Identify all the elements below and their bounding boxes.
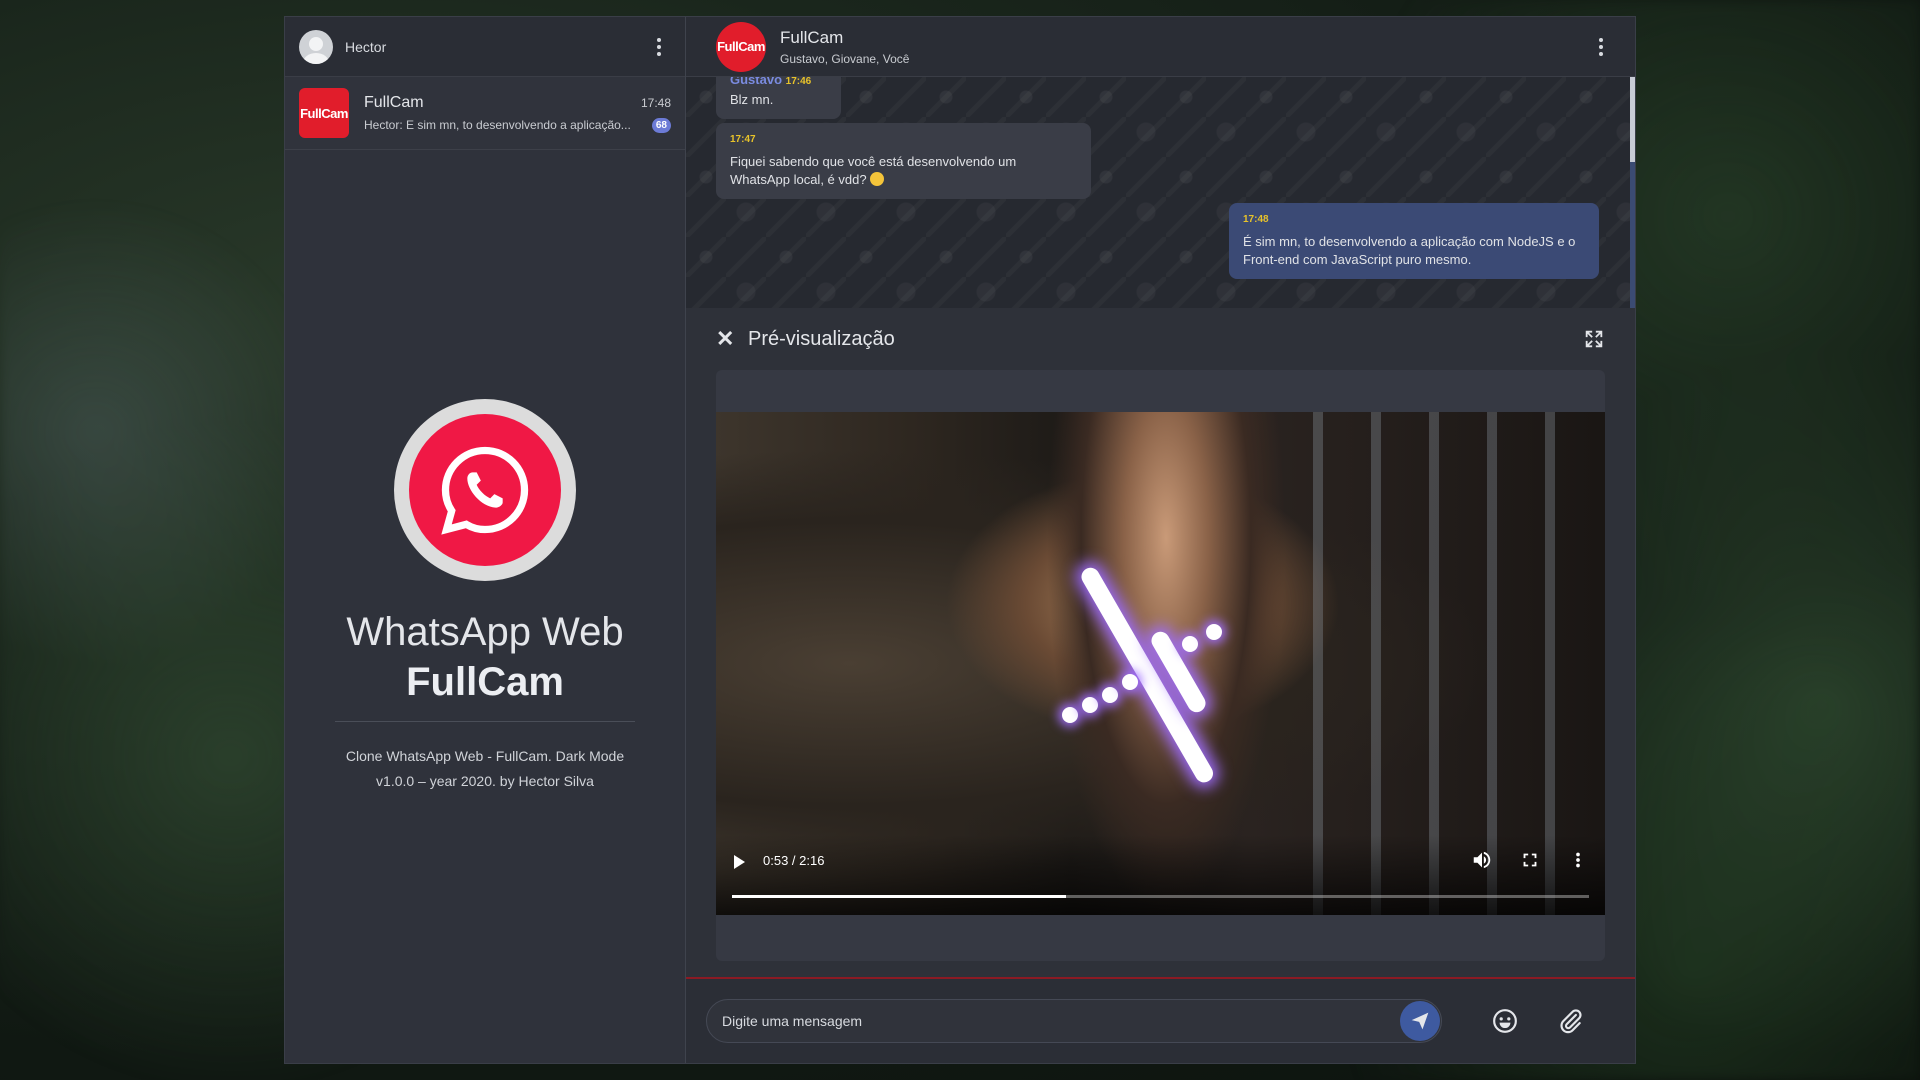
message-list: Gustavo 17:46 Blz mn. 17:47 Fiquei saben… xyxy=(686,77,1635,308)
welcome-panel: WhatsApp Web FullCam Clone WhatsApp Web … xyxy=(285,150,685,1063)
welcome-title: WhatsApp Web xyxy=(346,610,624,654)
description-line: v1.0.0 – year 2020. by Hector Silva xyxy=(376,773,594,789)
fullcam-logo: FullCam xyxy=(299,88,349,138)
whatsapp-logo-icon xyxy=(394,399,576,581)
thinking-face-icon xyxy=(870,172,885,186)
send-button[interactable] xyxy=(1400,1001,1440,1041)
chat-preview: Hector: E sim mn, to desenvolvendo a apl… xyxy=(364,118,631,132)
sidebar-menu-icon[interactable] xyxy=(647,35,671,59)
conversation-header: FullCam FullCam Gustavo, Giovane, Você xyxy=(686,17,1635,77)
description-line: Clone WhatsApp Web - FullCam. Dark Mode xyxy=(345,748,625,764)
media-preview: ✕ Pré-visualização 0:53 / 2:16 xyxy=(686,308,1635,979)
message-bubble-own: 17:48 É sim mn, to desenvolvendo a aplic… xyxy=(1229,203,1599,279)
group-name[interactable]: FullCam xyxy=(780,28,1589,48)
more-options-icon[interactable] xyxy=(1567,849,1589,871)
user-name: Hector xyxy=(345,38,387,55)
preview-title: Pré-visualização xyxy=(748,327,895,350)
preview-header: ✕ Pré-visualização xyxy=(716,308,1605,370)
message-sender: Gustavo xyxy=(730,77,783,87)
app-window: Hector FullCam FullCam 17:48 Hector: E s… xyxy=(284,16,1636,1064)
neon-dot xyxy=(1122,674,1138,690)
neon-dot xyxy=(1182,636,1198,652)
message-text: Blz mn. xyxy=(730,92,774,107)
play-icon[interactable] xyxy=(734,855,745,869)
welcome-description: Clone WhatsApp Web - FullCam. Dark Mode … xyxy=(346,744,624,794)
conversation-panel: FullCam FullCam Gustavo, Giovane, Você G… xyxy=(686,17,1635,1063)
unread-badge: 68 xyxy=(651,117,671,133)
message-time: 17:46 xyxy=(785,77,812,87)
chat-list-item[interactable]: FullCam FullCam 17:48 Hector: E sim mn, … xyxy=(285,77,685,150)
preview-container: 0:53 / 2:16 xyxy=(716,370,1605,961)
group-avatar[interactable]: FullCam xyxy=(716,21,766,72)
volume-icon[interactable] xyxy=(1471,849,1493,871)
sidebar-header: Hector xyxy=(285,17,685,77)
message-input[interactable] xyxy=(706,999,1442,1043)
neon-dot xyxy=(1062,707,1078,723)
chat-name: FullCam xyxy=(364,93,424,111)
video-progress-fill xyxy=(732,895,1067,898)
message-time: 17:48 xyxy=(1243,214,1269,225)
attach-icon[interactable] xyxy=(1558,1008,1584,1034)
divider xyxy=(335,721,635,722)
message-bubble: 17:47 Fiquei sabendo que você está desen… xyxy=(716,123,1091,199)
fullscreen-icon[interactable] xyxy=(1519,849,1541,871)
video-progress-bar[interactable] xyxy=(732,895,1589,898)
video-player[interactable]: 0:53 / 2:16 xyxy=(716,412,1605,915)
group-members: Gustavo, Giovane, Você xyxy=(780,51,910,66)
neon-dot xyxy=(1102,687,1118,703)
message-bubble: Gustavo 17:46 Blz mn. xyxy=(716,77,841,119)
composer xyxy=(686,979,1635,1063)
welcome-subtitle: FullCam xyxy=(406,660,564,704)
expand-icon[interactable] xyxy=(1583,328,1605,350)
avatar[interactable] xyxy=(299,29,333,64)
message-time: 17:47 xyxy=(730,134,756,145)
video-controls: 0:53 / 2:16 xyxy=(716,835,1605,915)
chat-time: 17:48 xyxy=(640,95,671,110)
message-text: É sim mn, to desenvolvendo a aplicação c… xyxy=(1243,234,1576,267)
video-time: 0:53 / 2:16 xyxy=(763,853,825,868)
emoji-icon[interactable] xyxy=(1492,1008,1518,1034)
neon-dot xyxy=(1082,697,1098,713)
sidebar: Hector FullCam FullCam 17:48 Hector: E s… xyxy=(285,17,686,1063)
send-icon xyxy=(1411,1012,1429,1030)
close-icon[interactable]: ✕ xyxy=(716,326,736,352)
message-scrollbar[interactable] xyxy=(1630,77,1635,308)
neon-dot xyxy=(1206,624,1222,640)
conversation-menu-icon[interactable] xyxy=(1589,35,1613,59)
scroll-thumb[interactable] xyxy=(1630,77,1635,162)
